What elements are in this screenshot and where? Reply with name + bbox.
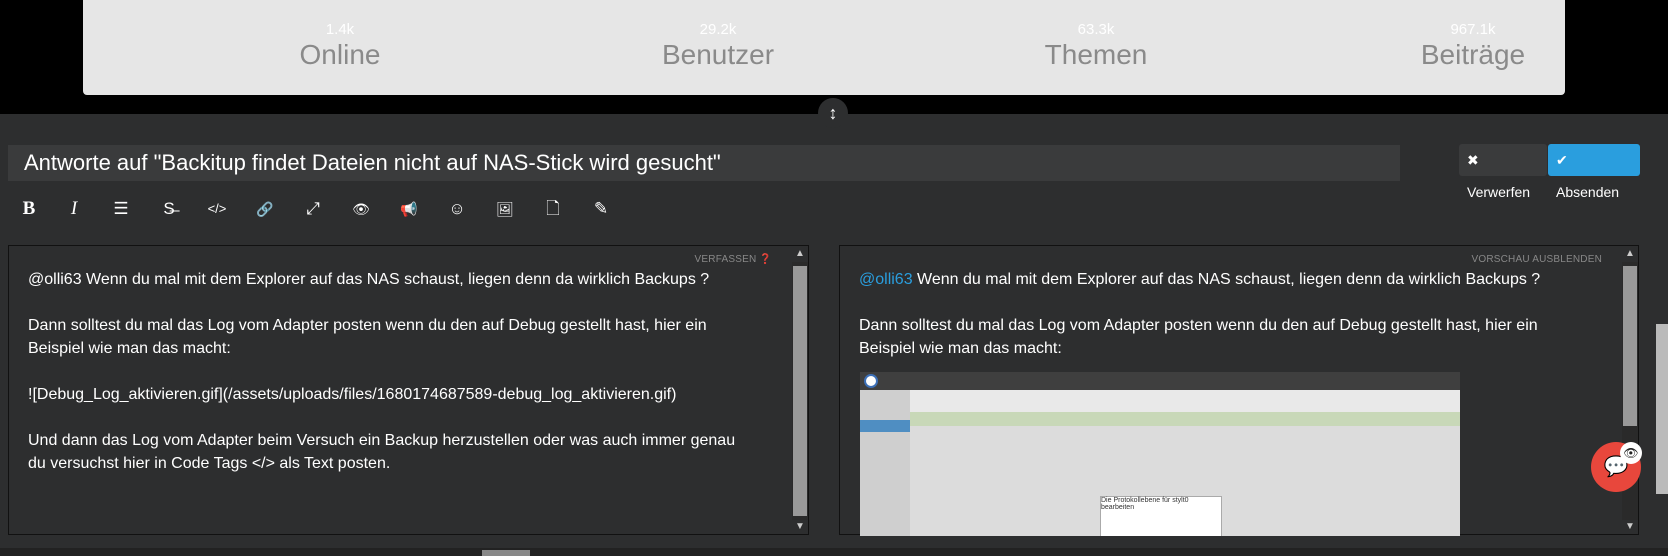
preview-content: @olli63 Wenn du mal mit dem Explorer auf… bbox=[859, 268, 1579, 383]
image-toolbar bbox=[910, 390, 1460, 412]
file-upload-icon[interactable]: 🗋 bbox=[540, 196, 566, 222]
preview-line: @olli63 Wenn du mal mit dem Explorer auf… bbox=[859, 268, 1579, 291]
draft-line: ![Debug_Log_aktivieren.gif](/assets/uplo… bbox=[28, 386, 677, 403]
scroll-up-icon[interactable]: ▲ bbox=[794, 248, 806, 259]
discard-button[interactable]: ✖ Verwerfen bbox=[1459, 144, 1547, 200]
image-sidebar bbox=[860, 390, 910, 536]
write-pane[interactable]: VERFASSEN ❓ @olli63 Wenn du mal mit dem … bbox=[8, 245, 809, 535]
bold-icon[interactable]: B bbox=[16, 196, 42, 222]
eye-icon[interactable]: 👁 bbox=[348, 196, 374, 222]
fullscreen-icon[interactable]: ⤢ bbox=[300, 196, 326, 222]
discard-label: Verwerfen bbox=[1467, 184, 1531, 200]
scroll-up-icon[interactable]: ▲ bbox=[1624, 248, 1636, 259]
app-logo-icon bbox=[864, 374, 878, 388]
preview-pane: VORSCHAU AUSBLENDEN @olli63 Wenn du mal … bbox=[839, 245, 1639, 536]
debug-log-screenshot-image: Die Protokollebene für stylt0 bearbeiten bbox=[860, 372, 1460, 536]
image-sidebar-selected bbox=[860, 420, 910, 432]
image-row-highlight bbox=[910, 412, 1460, 426]
stat-value: 63.3k bbox=[1077, 21, 1115, 38]
user-mention-link[interactable]: @olli63 bbox=[859, 271, 913, 288]
stat-label: Online bbox=[299, 39, 381, 70]
scroll-down-icon[interactable]: ▼ bbox=[1624, 521, 1636, 532]
hide-preview-link[interactable]: VORSCHAU AUSBLENDEN bbox=[1472, 254, 1603, 265]
stat-topics: 63.3k Themen bbox=[946, 22, 1246, 72]
draft-line: @olli63 Wenn du mal mit dem Explorer auf… bbox=[28, 271, 710, 288]
stat-users: 29.2k Benutzer bbox=[568, 22, 868, 72]
write-pane-header: VERFASSEN ❓ bbox=[694, 254, 772, 265]
eyedropper-icon[interactable]: ✎ bbox=[588, 196, 614, 222]
resize-handle-icon[interactable]: ↕ bbox=[818, 98, 848, 128]
megaphone-icon[interactable]: 📢 bbox=[396, 196, 422, 222]
bottom-bar bbox=[0, 548, 1668, 556]
stat-label: Benutzer bbox=[661, 39, 775, 70]
italic-icon[interactable]: I bbox=[61, 196, 87, 222]
link-icon[interactable]: 🔗 bbox=[252, 196, 278, 222]
scroll-down-icon[interactable]: ▼ bbox=[794, 521, 806, 532]
stat-posts: 967.1k Beiträge bbox=[1323, 22, 1623, 72]
post-textarea[interactable]: @olli63 Wenn du mal mit dem Explorer auf… bbox=[28, 268, 748, 498]
close-icon: ✖ bbox=[1467, 152, 1479, 168]
eye-icon[interactable]: 👁 bbox=[1620, 442, 1642, 464]
image-app-header bbox=[860, 372, 1460, 390]
draft-line: Und dann das Log vom Adapter beim Versuc… bbox=[28, 432, 736, 472]
forum-stats-bar: 1.4k Online 29.2k Benutzer 63.3k Themen … bbox=[83, 0, 1565, 95]
list-icon[interactable]: ☰ bbox=[108, 196, 134, 222]
emoji-icon[interactable]: ☺ bbox=[444, 196, 470, 222]
stat-value: 967.1k bbox=[1450, 21, 1496, 38]
scroll-thumb[interactable] bbox=[793, 266, 807, 516]
stat-value: 29.2k bbox=[699, 21, 737, 38]
page-scrollbar-thumb[interactable] bbox=[1656, 324, 1668, 494]
bottom-scroll-handle[interactable] bbox=[482, 550, 530, 556]
strikethrough-icon[interactable]: S̶ bbox=[156, 196, 182, 222]
stat-value: 1.4k bbox=[325, 21, 355, 38]
stat-label: Beiträge bbox=[1420, 39, 1526, 70]
code-icon[interactable]: </> bbox=[204, 196, 230, 222]
preview-text: Wenn du mal mit dem Explorer auf das NAS… bbox=[912, 271, 1541, 288]
check-icon: ✔ bbox=[1556, 152, 1568, 168]
image-dialog: Die Protokollebene für stylt0 bearbeiten bbox=[1100, 496, 1222, 536]
stat-online: 1.4k Online bbox=[190, 22, 490, 72]
image-dialog-text: Die Protokollebene für stylt0 bearbeiten bbox=[1101, 497, 1189, 511]
stat-label: Themen bbox=[1044, 39, 1148, 70]
submit-label: Absenden bbox=[1556, 184, 1620, 200]
submit-button[interactable]: ✔ Absenden bbox=[1548, 144, 1640, 200]
draft-line: Dann solltest du mal das Log vom Adapter… bbox=[28, 317, 707, 357]
scroll-thumb[interactable] bbox=[1623, 266, 1637, 426]
write-scrollbar[interactable] bbox=[792, 262, 808, 520]
preview-line: Dann solltest du mal das Log vom Adapter… bbox=[859, 317, 1538, 357]
image-upload-icon[interactable]: 🖼 bbox=[492, 196, 518, 222]
reply-title-field[interactable]: Antworte auf "Backitup findet Dateien ni… bbox=[8, 145, 1400, 181]
